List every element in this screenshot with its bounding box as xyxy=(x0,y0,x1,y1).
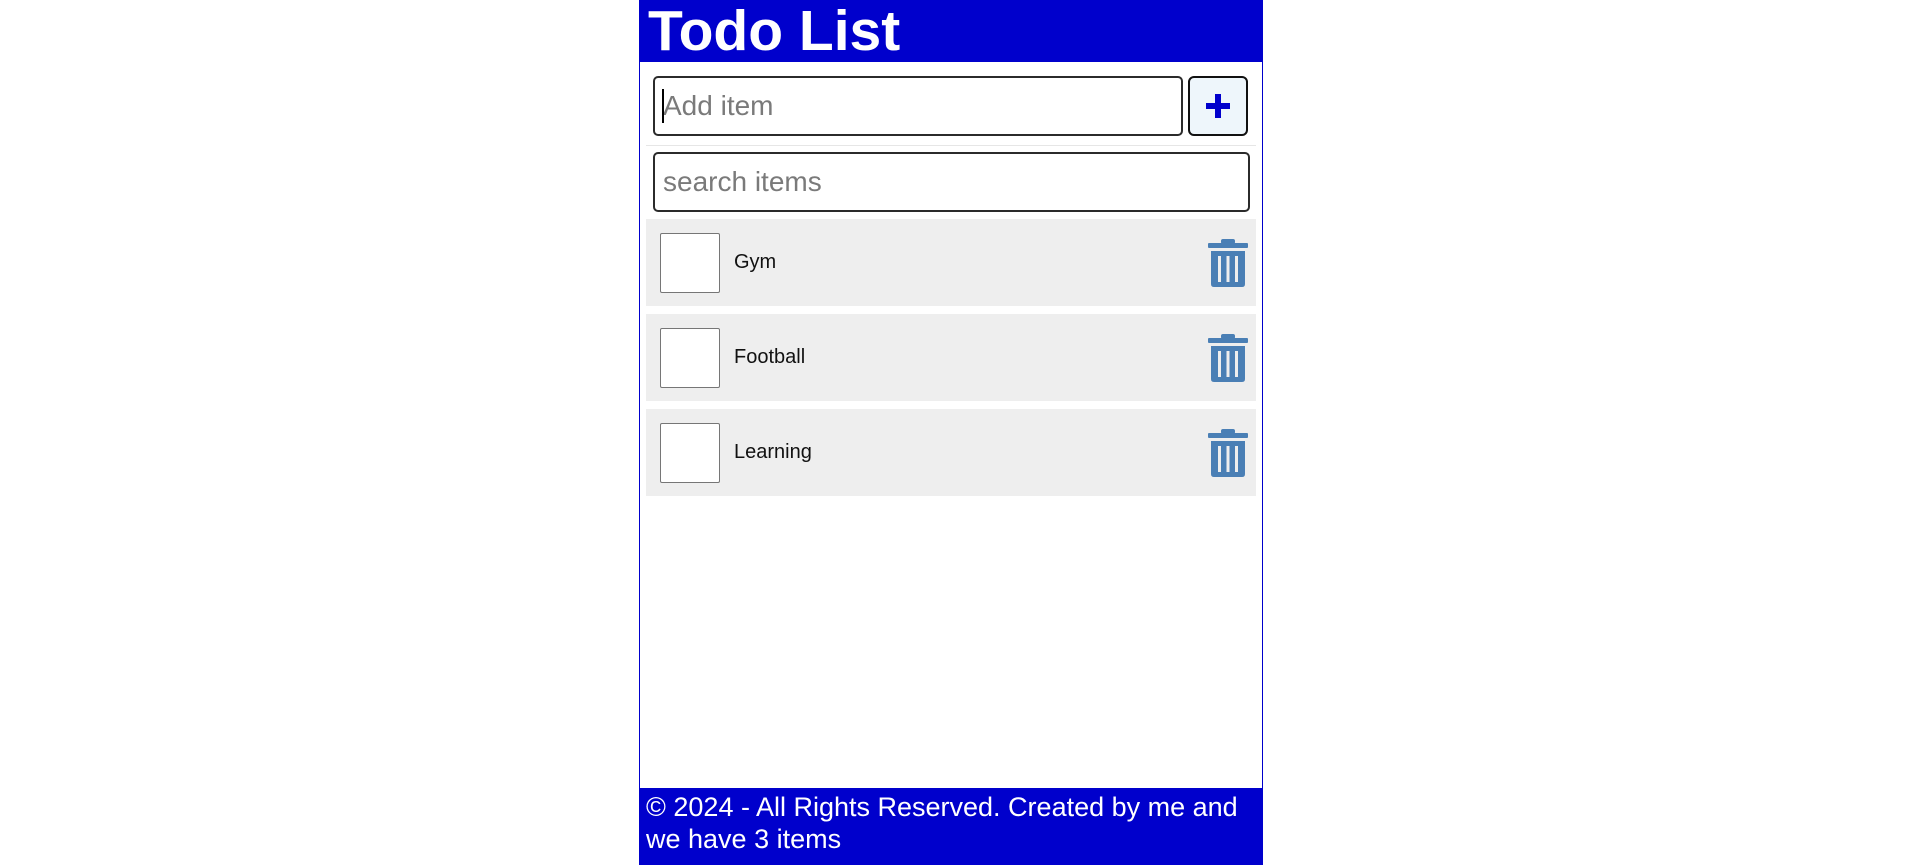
list-item: Gym xyxy=(646,219,1256,306)
list-item: Learning xyxy=(646,409,1256,496)
search-input[interactable] xyxy=(653,152,1250,212)
divider xyxy=(646,145,1256,146)
item-checkbox[interactable] xyxy=(660,233,720,293)
item-checkbox[interactable] xyxy=(660,328,720,388)
plus-icon xyxy=(1206,94,1230,118)
add-item-form xyxy=(653,76,1248,138)
todo-app: Todo List Gym Footba xyxy=(639,0,1263,865)
footer: © 2024 - All Rights Reserved. Created by… xyxy=(640,788,1262,865)
page-title: Todo List xyxy=(640,0,1262,62)
item-checkbox[interactable] xyxy=(660,423,720,483)
item-label: Learning xyxy=(734,441,812,463)
trash-icon[interactable] xyxy=(1208,239,1248,287)
list-item: Football xyxy=(646,314,1256,401)
add-item-button[interactable] xyxy=(1188,76,1248,136)
trash-icon[interactable] xyxy=(1208,429,1248,477)
text-cursor xyxy=(662,89,664,123)
item-label: Gym xyxy=(734,251,777,273)
trash-icon[interactable] xyxy=(1208,334,1248,382)
todo-list: Gym Football Learning xyxy=(646,219,1256,504)
item-label: Football xyxy=(734,346,806,368)
add-item-input[interactable] xyxy=(653,76,1183,136)
